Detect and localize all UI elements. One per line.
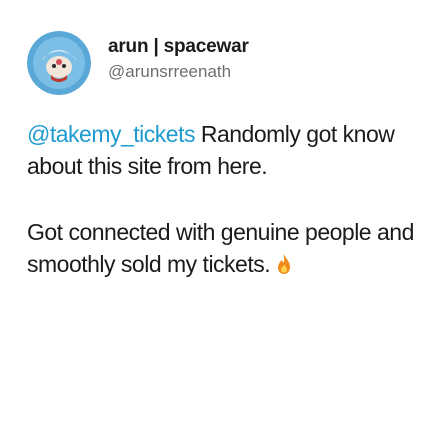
author-names: arun | spacewar @arunsrreenath — [108, 35, 249, 83]
post-body: @takemy_tickets Randomly got know about … — [27, 118, 419, 280]
avatar[interactable] — [27, 31, 91, 95]
fire-icon — [276, 253, 292, 275]
display-name[interactable]: arun | spacewar — [108, 35, 249, 59]
mention-link[interactable]: @takemy_tickets — [27, 121, 195, 147]
avatar-round-icon — [27, 31, 91, 95]
post-paragraph-2: Got connected with genuine people and sm… — [27, 216, 419, 280]
author-handle[interactable]: @arunsrreenath — [108, 61, 249, 83]
paragraph-2-text: Got connected with genuine people and sm… — [27, 219, 414, 277]
post-paragraph-1: @takemy_tickets Randomly got know about … — [27, 118, 419, 182]
post-author: arun | spacewar @arunsrreenath — [27, 31, 249, 95]
testimonial-card: arun | spacewar @arunsrreenath @takemy_t… — [0, 0, 433, 423]
